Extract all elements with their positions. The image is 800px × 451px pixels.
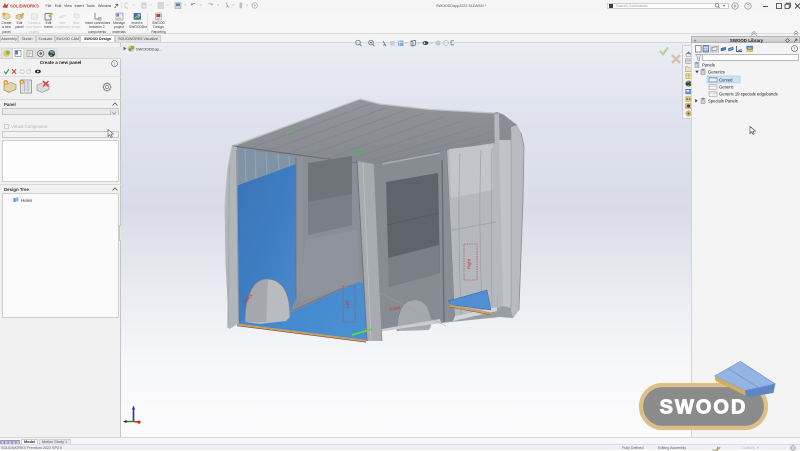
svg-text:SWOODDap...: SWOODDap... [136, 46, 162, 51]
svg-text:Generic: Generic [719, 85, 734, 90]
svg-text:Specials Panels: Specials Panels [708, 99, 738, 104]
svg-text:Curved: Curved [719, 77, 733, 82]
svg-text:Right: Right [467, 258, 472, 269]
svg-text:?: ? [793, 46, 795, 51]
svg-text:SOLIDWORKS: SOLIDWORKS [10, 3, 39, 8]
svg-text:Panels: Panels [702, 63, 715, 68]
svg-text:Left: Left [345, 300, 350, 308]
svg-text:?: ? [747, 4, 750, 10]
svg-text:?: ? [113, 61, 115, 66]
svg-text:Generics: Generics [708, 70, 725, 75]
svg-text:Generic 19 specials edgebands: Generic 19 specials edgebands [719, 92, 778, 97]
